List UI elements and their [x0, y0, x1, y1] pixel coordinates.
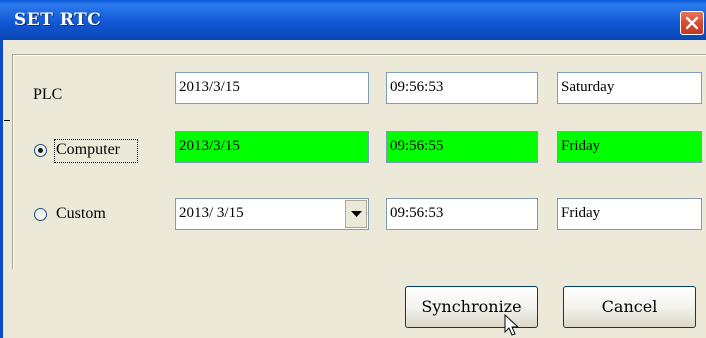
custom-weekday-field[interactable]: Friday	[557, 198, 702, 230]
mouse-cursor-icon	[504, 314, 520, 336]
computer-radio[interactable]	[34, 144, 47, 157]
window-title: SET RTC	[14, 10, 102, 30]
chevron-down-icon	[351, 211, 362, 217]
computer-time-field: 09:56:55	[386, 131, 538, 163]
close-icon	[685, 16, 699, 30]
set-rtc-dialog: SET RTC PLC 2013/3/15 09:56:53 Saturday …	[0, 0, 706, 338]
cancel-button[interactable]: Cancel	[563, 286, 696, 328]
plc-time-field[interactable]: 09:56:53	[386, 72, 538, 104]
custom-date-picker[interactable]: 2013/ 3/15	[175, 198, 369, 230]
custom-radio[interactable]	[34, 208, 47, 221]
custom-date-value: 2013/ 3/15	[179, 205, 244, 221]
custom-label[interactable]: Custom	[56, 205, 106, 223]
computer-date-field: 2013/3/15	[175, 131, 369, 163]
computer-weekday-field: Friday	[557, 131, 702, 163]
custom-time-field[interactable]: 09:56:53	[386, 198, 538, 230]
divider	[4, 120, 10, 121]
close-button[interactable]	[680, 11, 704, 35]
date-dropdown-button[interactable]	[345, 200, 367, 228]
plc-weekday-field[interactable]: Saturday	[557, 72, 702, 104]
plc-label: PLC	[33, 86, 63, 103]
computer-label[interactable]: Computer	[56, 141, 120, 159]
window-border	[0, 40, 3, 338]
title-bar[interactable]: SET RTC	[0, 0, 706, 40]
plc-date-field[interactable]: 2013/3/15	[175, 72, 369, 104]
